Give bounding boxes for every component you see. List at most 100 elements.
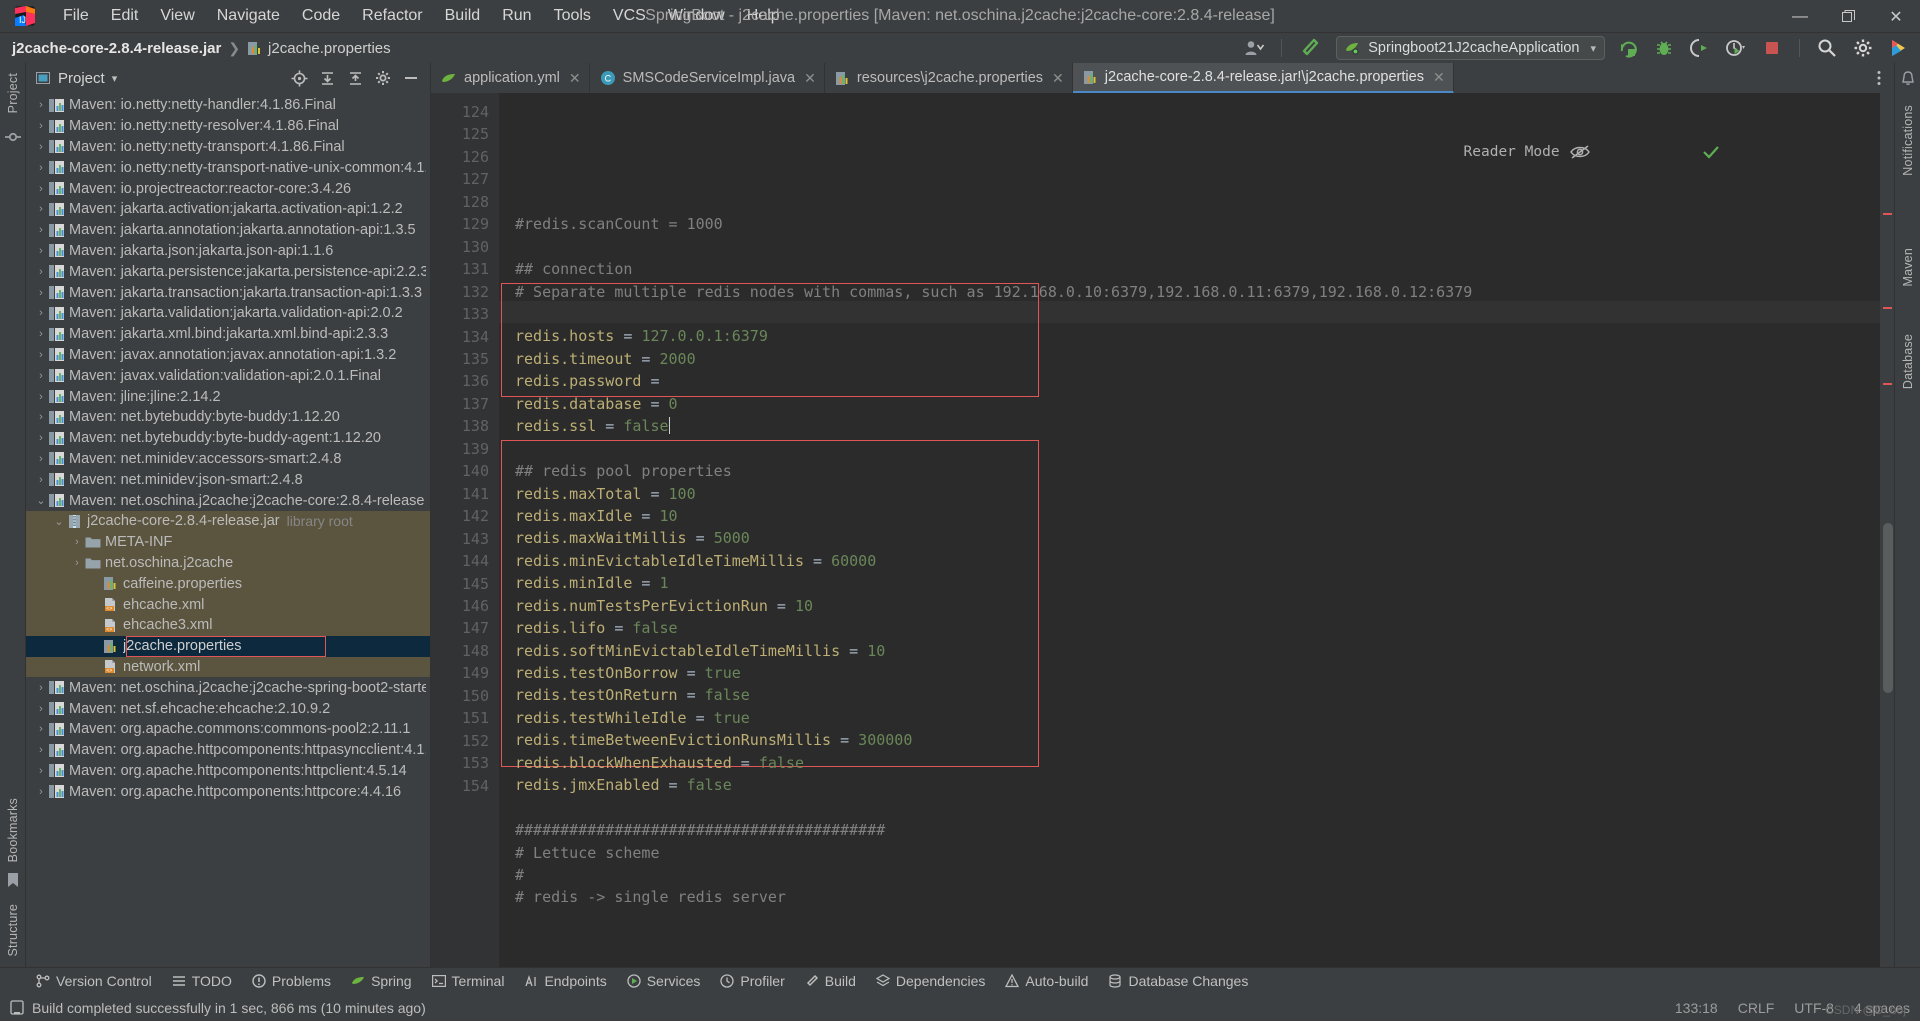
editor-tab-active[interactable]: j2cache-core-2.8.4-release.jar!\j2cache.… [1072,63,1454,93]
code-content[interactable]: #redis.scanCount = 1000 ## connection # S… [499,93,1880,967]
chevron-right-icon[interactable]: › [34,370,48,382]
code-line[interactable]: # Separate multiple redis nodes with com… [515,281,1880,303]
chevron-right-icon[interactable]: › [34,287,48,299]
code-line[interactable]: ## connection [515,258,1880,280]
tool-window-button-version-control[interactable]: Version Control [26,970,162,992]
expand-all-icon[interactable] [342,66,368,90]
code-line[interactable]: redis.password = [515,370,1880,392]
menu-window[interactable]: Window [657,4,736,28]
menu-vcs[interactable]: VCS [602,4,657,28]
chevron-right-icon[interactable]: › [34,328,48,340]
close-button[interactable]: ✕ [1872,0,1920,33]
code-line[interactable] [515,303,1880,325]
tree-node[interactable]: › Maven: net.oschina.j2cache:j2cache-spri… [26,677,430,698]
tree-node[interactable]: › Maven: jline:jline:2.14.2 [26,386,430,407]
tree-node[interactable]: › Maven: io.projectreactor:reactor-core:3… [26,178,430,199]
chevron-right-icon[interactable]: › [34,349,48,361]
chevron-right-icon[interactable]: › [34,682,48,694]
chevron-right-icon[interactable]: › [34,99,48,111]
breadcrumb-file[interactable]: j2cache.properties [247,40,391,57]
code-line[interactable]: redis.testOnBorrow = true [515,662,1880,684]
tree-node[interactable]: › Maven: net.bytebuddy:byte-buddy-agent:1… [26,428,430,449]
tool-window-button-database-changes[interactable]: Database Changes [1098,970,1258,992]
user-icon[interactable] [1241,36,1267,60]
tree-node[interactable]: › Maven: net.sf.ehcache:ehcache:2.10.9.2 [26,698,430,719]
chevron-down-icon[interactable]: ⌄ [34,494,48,507]
profile-icon[interactable] [1723,36,1749,60]
code-line[interactable]: redis.testWhileIdle = true [515,707,1880,729]
chevron-right-icon[interactable]: › [34,307,48,319]
tree-node[interactable]: <> ehcache.xml [26,594,430,615]
tree-node[interactable]: › Maven: io.netty:netty-handler:4.1.86.Fi… [26,95,430,116]
editor-scrollbar-thumb[interactable] [1883,523,1893,693]
tree-node[interactable]: › Maven: jakarta.validation:jakarta.valid… [26,303,430,324]
collapse-all-icon[interactable] [314,66,340,90]
tool-window-button-dependencies[interactable]: Dependencies [866,970,996,992]
settings-icon[interactable] [370,66,396,90]
code-line[interactable]: ## redis pool properties [515,460,1880,482]
tree-node[interactable]: › Maven: net.bytebuddy:byte-buddy:1.12.20 [26,407,430,428]
code-line[interactable]: redis.maxWaitMillis = 5000 [515,527,1880,549]
rail-project-button[interactable]: Project [6,69,20,117]
chevron-right-icon[interactable]: › [70,536,84,548]
chevron-right-icon[interactable]: › [34,224,48,236]
code-line[interactable]: redis.database = 0 [515,393,1880,415]
chevron-right-icon[interactable]: › [34,723,48,735]
chevron-right-icon[interactable]: › [34,162,48,174]
tree-node[interactable]: › Maven: io.netty:netty-transport-native-… [26,157,430,178]
line-separator[interactable]: CRLF [1738,1000,1775,1016]
chevron-right-icon[interactable]: › [34,266,48,278]
code-line[interactable]: redis.blockWhenExhausted = false [515,752,1880,774]
error-stripe-marker-rail[interactable] [1880,93,1894,967]
eye-off-icon[interactable] [1569,99,1692,205]
code-line[interactable]: redis.hosts = 127.0.0.1:6379 [515,325,1880,347]
tree-node[interactable]: › Maven: javax.validation:validation-api:… [26,365,430,386]
editor-tab-bar[interactable]: application.yml ✕ C SMSCodeServiceImpl.java… [431,63,1894,93]
tool-window-button-profiler[interactable]: Profiler [710,970,794,992]
close-tab-icon[interactable]: ✕ [1433,69,1445,86]
tree-node[interactable]: ⌄ j2cache-core-2.8.4-release.jar library r… [26,510,430,532]
reader-mode-toggle[interactable]: Reader Mode [1464,99,1824,205]
menu-code[interactable]: Code [291,4,351,28]
chevron-right-icon[interactable]: › [34,432,48,444]
error-marker[interactable] [1883,213,1892,215]
chevron-right-icon[interactable]: › [34,391,48,403]
rail-bookmarks-button[interactable]: Bookmarks [6,794,20,866]
code-line[interactable]: # redis -> single redis server [515,886,1880,908]
code-line[interactable]: ########################################… [515,819,1880,841]
code-line[interactable]: redis.minIdle = 1 [515,572,1880,594]
code-line[interactable]: redis.lifo = false [515,617,1880,639]
chevron-right-icon[interactable]: › [34,183,48,195]
tool-window-button-auto-build[interactable]: Auto-build [995,970,1098,992]
menu-tools[interactable]: Tools [543,4,602,28]
tree-node[interactable]: › Maven: jakarta.activation:jakarta.activ… [26,199,430,220]
tree-node[interactable]: caffeine.properties [26,573,430,595]
menu-edit[interactable]: Edit [100,4,150,28]
notifications-icon[interactable] [1900,71,1916,87]
rail-maven-button[interactable]: Maven [1901,244,1915,291]
menu-file[interactable]: File [52,4,100,28]
close-tab-icon[interactable]: ✕ [804,70,816,87]
bookmark-icon[interactable] [6,872,20,888]
code-line[interactable] [515,236,1880,258]
editor-tab[interactable]: resources\j2cache.properties ✕ [825,63,1073,93]
chevron-right-icon[interactable]: › [34,411,48,423]
close-tab-icon[interactable]: ✕ [1052,70,1064,87]
code-line[interactable] [515,438,1880,460]
search-icon[interactable] [1814,36,1840,60]
code-line[interactable]: #redis.scanCount = 1000 [515,213,1880,235]
code-line[interactable]: redis.ssl = false [515,415,1880,437]
tree-node[interactable]: › Maven: org.apache.httpcomponents:httpcl… [26,761,430,782]
tree-node[interactable]: ⌄ Maven: net.oschina.j2cache:j2cache-core… [26,490,430,511]
chevron-down-icon[interactable]: ▾ [112,72,118,85]
editor-tab[interactable]: application.yml ✕ [431,63,590,93]
tree-node-selected[interactable]: j2cache.properties [26,635,430,657]
tree-node[interactable]: › Maven: jakarta.json:jakarta.json-api:1.… [26,241,430,262]
tree-node[interactable]: › Maven: jakarta.annotation:jakarta.annot… [26,220,430,241]
tree-node[interactable]: › Maven: io.netty:netty-transport:4.1.86.… [26,137,430,158]
code-editor[interactable]: 124 125 126 127 128 129 130 131 132 133 134 135 136 1… [431,93,1894,967]
tree-node[interactable]: › Maven: net.minidev:json-smart:2.4.8 [26,469,430,490]
tree-node[interactable]: › Maven: net.minidev:accessors-smart:2.4.… [26,449,430,470]
tree-node[interactable]: <> ehcache3.xml [26,614,430,636]
project-tree[interactable]: › Maven: io.netty:netty-handler:4.1.86.Fi… [26,93,430,967]
